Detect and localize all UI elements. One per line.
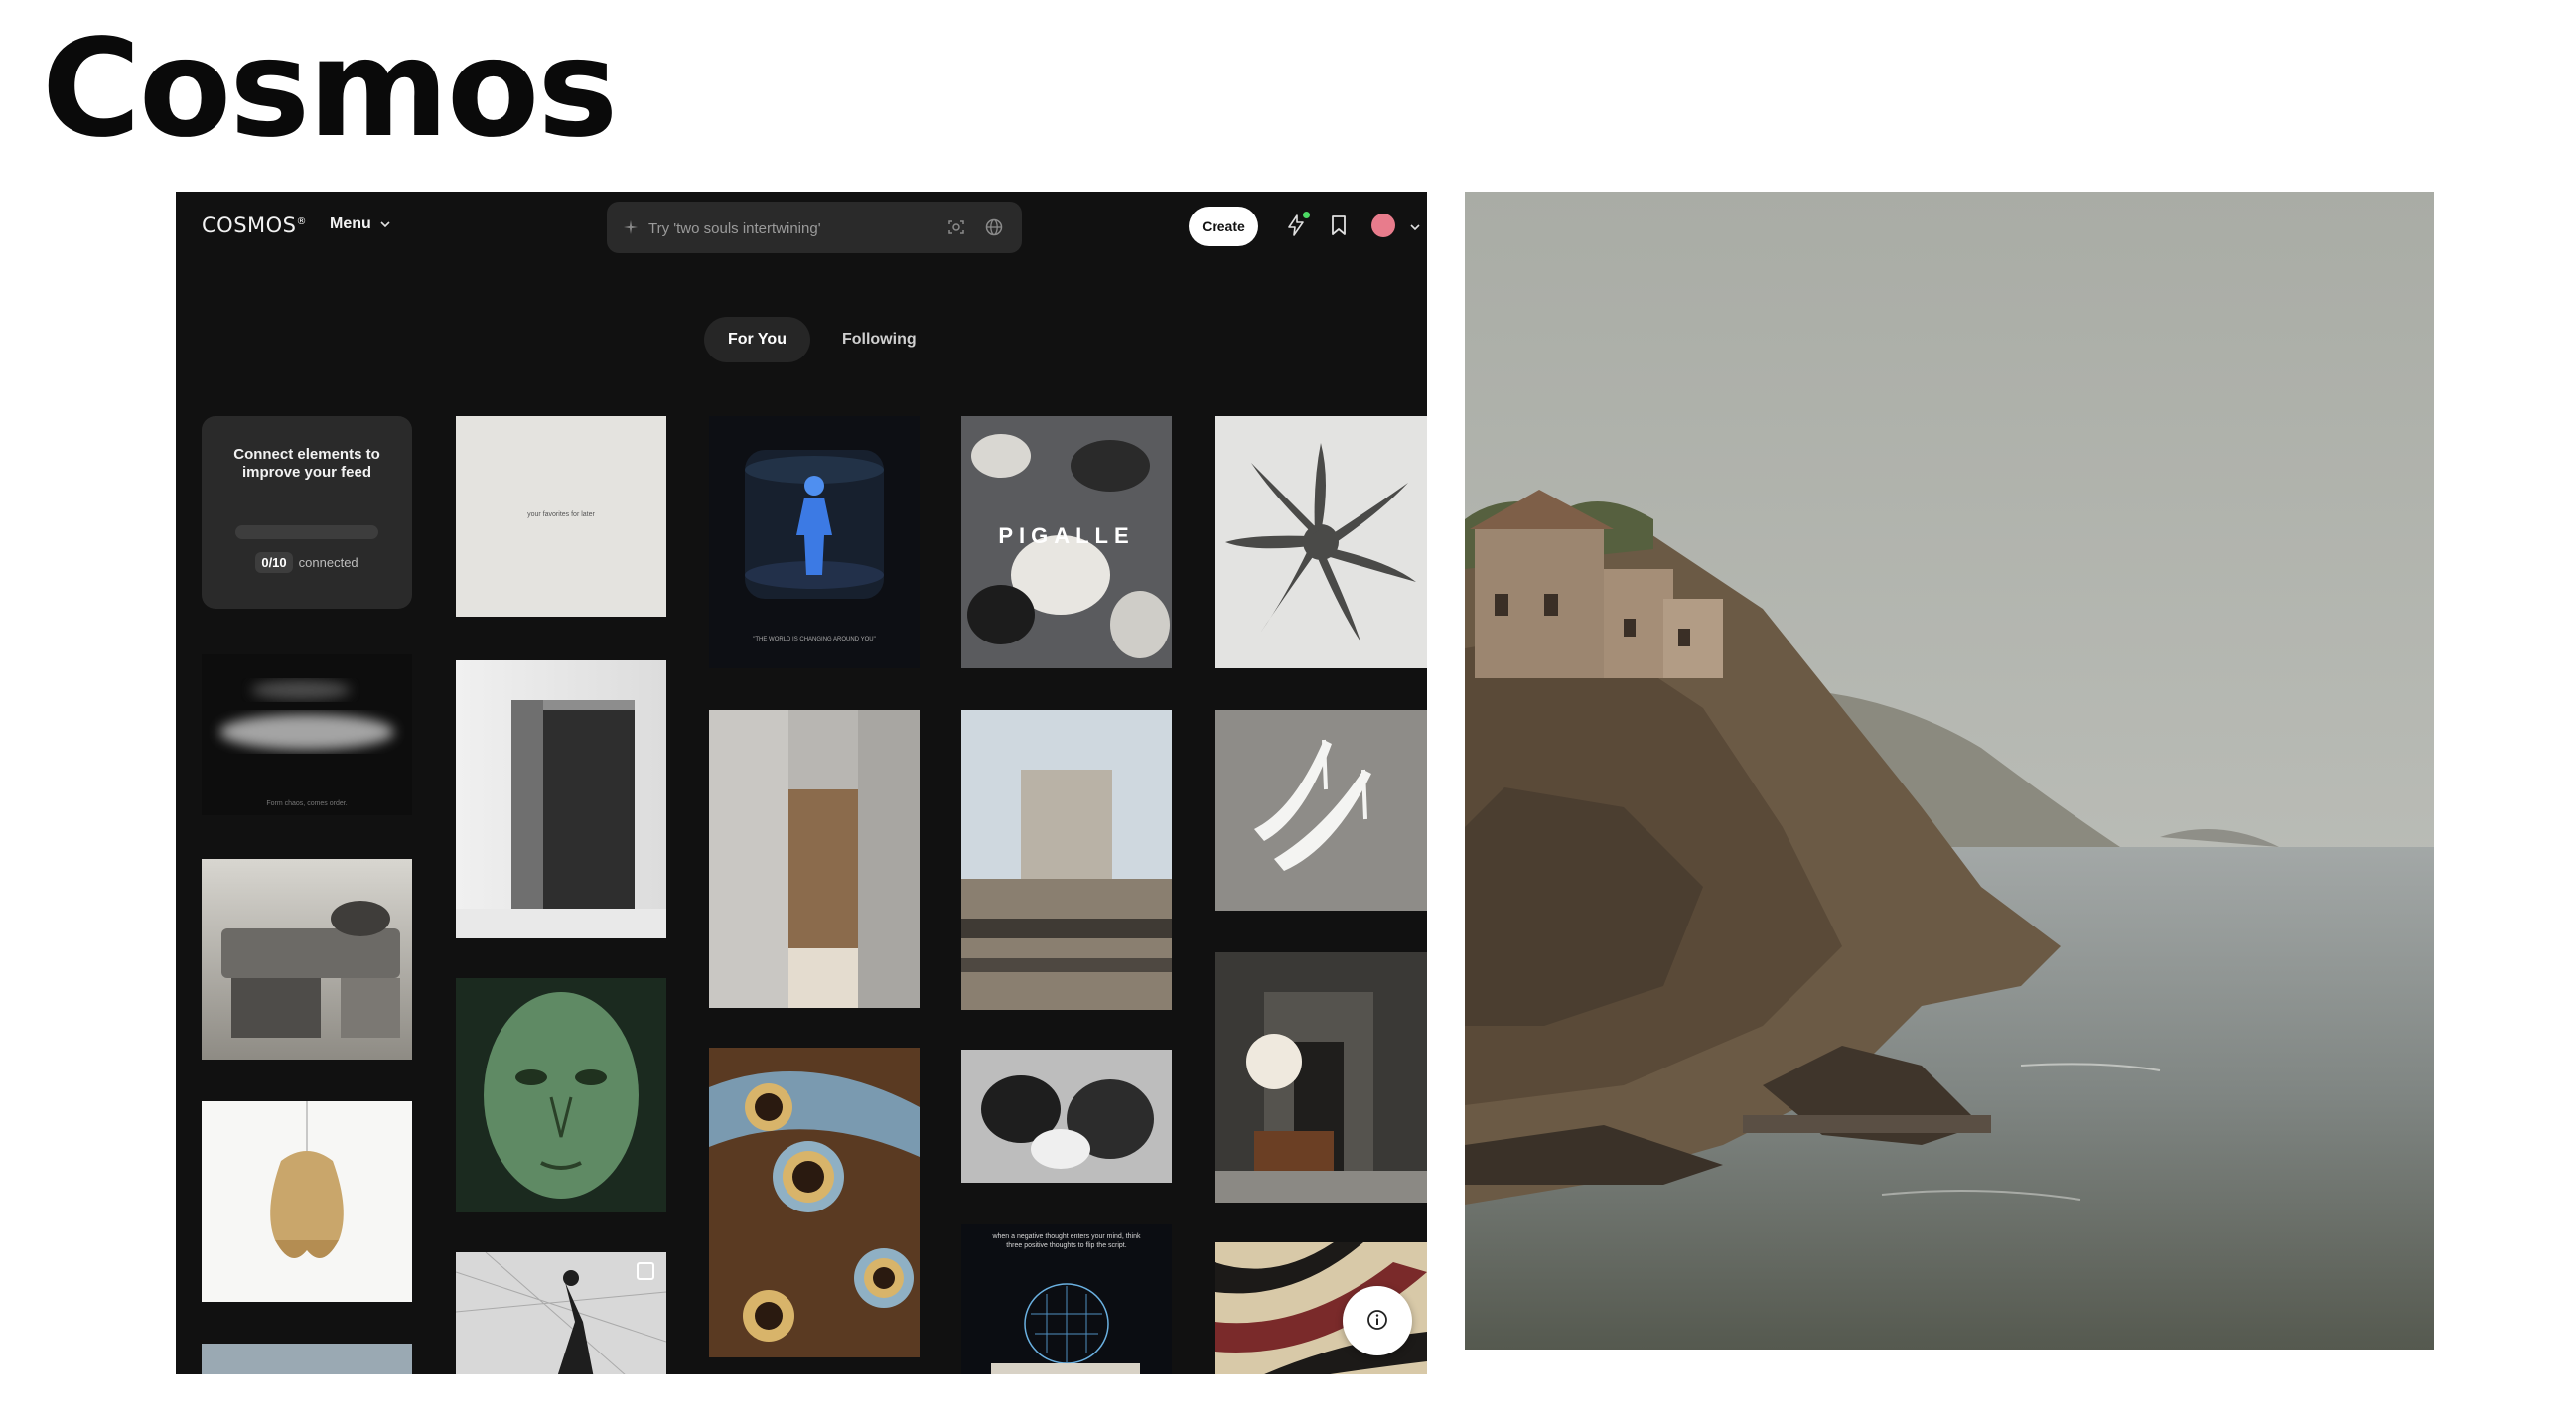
cosmos-logo[interactable]: COSMOS® bbox=[202, 214, 307, 237]
menu-button[interactable]: Menu bbox=[330, 215, 391, 233]
search-input[interactable] bbox=[646, 202, 948, 255]
logo-text: COSMOS bbox=[202, 214, 297, 237]
quote-text: when a negative thought enters your mind… bbox=[992, 1233, 1141, 1249]
connect-count-value: 0/10 bbox=[255, 552, 293, 573]
feed-item-pigalle[interactable]: PIGALLE bbox=[961, 416, 1172, 668]
feed-item-butterfly-wing[interactable] bbox=[709, 1048, 920, 1357]
menu-label: Menu bbox=[330, 215, 371, 232]
green-face-image bbox=[484, 992, 639, 1199]
feed-item-pendant-lamp[interactable] bbox=[202, 1101, 412, 1302]
starfish-image bbox=[1225, 443, 1416, 641]
feed-item-stone-doorway[interactable] bbox=[456, 660, 666, 938]
stone-sculpture-image bbox=[221, 901, 400, 1038]
feed-item-brush-stroke[interactable]: Form chaos, comes order. bbox=[202, 654, 412, 815]
feed-item-brutalist-building[interactable] bbox=[961, 710, 1172, 1010]
feed-item-white-sandals[interactable] bbox=[1215, 710, 1427, 911]
user-avatar[interactable] bbox=[1371, 214, 1395, 237]
search-bar[interactable] bbox=[607, 202, 1022, 255]
visual-search-icon[interactable] bbox=[946, 217, 966, 237]
notification-dot bbox=[1303, 212, 1310, 218]
feed-item-quote-poster[interactable]: when a negative thought enters your mind… bbox=[961, 1224, 1172, 1374]
dancer-sketch-image bbox=[456, 1252, 666, 1374]
coastal-cliff-photo bbox=[1465, 192, 2434, 1350]
feed-item-dancer[interactable] bbox=[456, 1252, 666, 1374]
feed-tabs: For You Following bbox=[704, 317, 940, 362]
butterfly-wing-image bbox=[709, 1071, 920, 1342]
logo-registered-mark: ® bbox=[296, 216, 308, 227]
slide-title: Cosmos bbox=[42, 11, 618, 168]
sparkle-icon bbox=[624, 220, 638, 234]
feed-item-partial-sky[interactable] bbox=[202, 1344, 412, 1374]
connect-elements-card[interactable]: Connect elements to improve your feed 0/… bbox=[202, 416, 412, 609]
create-button[interactable]: Create bbox=[1189, 207, 1258, 246]
feed-item-sculpture[interactable] bbox=[202, 859, 412, 1060]
activity-button[interactable] bbox=[1284, 212, 1310, 237]
pigalle-wordmark: PIGALLE bbox=[998, 523, 1135, 548]
hologram-figure-image bbox=[745, 450, 884, 599]
white-sandals-image bbox=[1254, 739, 1371, 871]
brush-caption: Form chaos, comes order. bbox=[266, 800, 348, 807]
feed-item-paper-note[interactable]: your favorites for later bbox=[456, 416, 666, 617]
paper-note-caption: your favorites for later bbox=[527, 511, 595, 518]
chevron-down-icon bbox=[380, 221, 390, 228]
stone-doorway-image bbox=[456, 700, 666, 938]
brutalist-building-image bbox=[961, 770, 1172, 1010]
tab-for-you[interactable]: For You bbox=[704, 317, 810, 362]
brush-stroke-image bbox=[219, 680, 394, 750]
feed-item-friends-photo[interactable] bbox=[961, 1050, 1172, 1183]
feed-item-hologram-poster[interactable]: "THE WORLD IS CHANGING AROUND YOU" bbox=[709, 416, 920, 668]
feed-item-concrete-passage[interactable] bbox=[709, 710, 920, 1008]
feed-item-starfish[interactable] bbox=[1215, 416, 1427, 668]
connect-progress-bar bbox=[235, 525, 378, 539]
concrete-passage-image bbox=[709, 710, 920, 1008]
info-button[interactable] bbox=[1343, 1286, 1412, 1355]
feed-item-green-face[interactable] bbox=[456, 978, 666, 1212]
coastal-cliff-image bbox=[1465, 192, 2434, 1350]
chevron-down-icon[interactable] bbox=[1409, 221, 1421, 233]
info-icon bbox=[1367, 1309, 1387, 1330]
interior-room-image bbox=[1215, 992, 1427, 1203]
connect-count-label: connected bbox=[298, 555, 358, 570]
multi-image-icon bbox=[637, 1262, 654, 1280]
bookmark-icon[interactable] bbox=[1328, 214, 1350, 237]
tab-following[interactable]: Following bbox=[818, 317, 940, 362]
friends-photo-image bbox=[961, 1050, 1172, 1183]
cosmos-app-screenshot: COSMOS® Menu Create bbox=[176, 192, 1427, 1374]
feed-item-interior-room[interactable] bbox=[1215, 952, 1427, 1203]
top-navigation-bar: COSMOS® Menu Create bbox=[176, 192, 1427, 261]
poster-caption: "THE WORLD IS CHANGING AROUND YOU" bbox=[753, 637, 876, 642]
pendant-lamp-image bbox=[270, 1101, 344, 1258]
connect-card-title: Connect elements to improve your feed bbox=[233, 446, 380, 481]
globe-icon[interactable] bbox=[984, 217, 1004, 237]
connect-count: 0/10 connected bbox=[202, 552, 412, 573]
